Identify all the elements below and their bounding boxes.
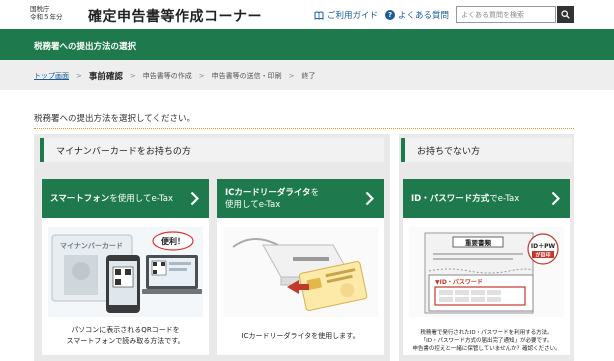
tax-year: 令和５年分 xyxy=(30,13,63,21)
idpw-caption-line2: 「ID・パスワード方式の届出完了通知」が必要です。 xyxy=(420,338,553,344)
idpw-etax-card[interactable]: ID・パスワード方式でe-Tax 重要書類 ▼ID・パスワード ID＋PW が目… xyxy=(403,179,570,355)
chevron-right-icon xyxy=(365,191,374,206)
smartphone-caption-line1: パソコンに表示されるQRコードを xyxy=(71,326,180,334)
icreader-illustration xyxy=(223,227,378,317)
guide-link[interactable]: ご利用ガイド xyxy=(314,9,378,21)
site-header: 国税庁 令和５年分 確定申告書等作成コーナー ご利用ガイド ? よくある質問 xyxy=(0,0,614,29)
idpw-title-rest: でe-Tax xyxy=(489,193,520,204)
page-title: 税務署への提出方法の選択 xyxy=(34,42,137,52)
smartphone-title-rest: を使用してe-Tax xyxy=(109,193,174,204)
breadcrumb-separator: > xyxy=(76,72,82,80)
breadcrumb-step-finish: 終了 xyxy=(301,72,316,80)
with-card-heading: マイナンバーカードをお持ちの方 xyxy=(40,138,384,162)
without-card-panel: お持ちでない方 ID・パスワード方式でe-Tax 重要書類 ▼ID・パスワード … xyxy=(399,134,574,361)
search-icon xyxy=(561,10,570,19)
illus-badge-line2: が目印 xyxy=(535,252,550,259)
idpw-caption-line1: 税務署で発行されたID・パスワードを利用する方法。 xyxy=(420,330,553,336)
with-card-panel: マイナンバーカードをお持ちの方 スマートフォンを使用してe-Tax マイナンバー… xyxy=(34,134,390,361)
book-icon xyxy=(314,11,324,20)
breadcrumb-separator: > xyxy=(129,72,136,80)
faq-link[interactable]: ? よくある質問 xyxy=(385,9,449,21)
breadcrumb-separator: > xyxy=(288,72,295,80)
breadcrumb-current-step: 事前確認 xyxy=(88,72,123,82)
icreader-title-particle: を xyxy=(310,187,320,198)
smartphone-caption-line2: スマートフォンで読み取る方法です。 xyxy=(66,337,185,345)
chevron-right-icon xyxy=(551,191,560,206)
idpw-caption-line3: 申告書の控えと一緒に保管していませんか？確認ください。 xyxy=(412,346,561,352)
without-card-heading-label: お持ちでない方 xyxy=(417,146,481,157)
illus-doc-title: 重要書類 xyxy=(465,238,492,247)
idpw-document-illustration: 重要書類 ▼ID・パスワード ID＋PW が目印 xyxy=(409,227,564,317)
page-title-band: 税務署への提出方法の選択 xyxy=(0,29,614,60)
question-icon: ? xyxy=(385,10,395,20)
illus-card-label: マイナンバーカード xyxy=(60,242,123,250)
faq-link-label: よくある質問 xyxy=(398,11,450,21)
instruction-text: 税務署への提出方法を選択してください。 xyxy=(34,114,195,124)
illus-idpw-label: ▼ID・パスワード xyxy=(435,278,483,286)
breadcrumb-step-create: 申告書等の作成 xyxy=(142,72,192,80)
smartphone-etax-button[interactable]: スマートフォンを使用してe-Tax xyxy=(42,179,209,218)
idpw-etax-button[interactable]: ID・パスワード方式でe-Tax xyxy=(403,179,570,218)
idpw-caption: 税務署で発行されたID・パスワードを利用する方法。 「ID・パスワード方式の届出… xyxy=(403,329,570,353)
icreader-title-line1: ICカードリーダライタを xyxy=(225,188,319,198)
search-button[interactable] xyxy=(557,6,574,23)
without-card-heading: お持ちでない方 xyxy=(401,138,572,162)
smartphone-qr-illustration: マイナンバーカード 便利！ xyxy=(48,227,203,317)
agency-name: 国税庁 xyxy=(30,5,50,13)
section-divider xyxy=(34,128,574,129)
guide-link-label: ご利用ガイド xyxy=(327,11,379,21)
breadcrumb-step-send-print: 申告書等の送信・印刷 xyxy=(211,72,282,80)
search-input[interactable] xyxy=(456,6,556,23)
smartphone-title-bold: スマートフォン xyxy=(50,193,110,204)
icreader-title-bold: ICカードリーダライタ xyxy=(225,187,311,198)
smartphone-etax-card[interactable]: スマートフォンを使用してe-Tax マイナンバーカード 便利！ パソコンに表示さ… xyxy=(42,179,209,355)
site-title[interactable]: 確定申告書等作成コーナー xyxy=(88,6,262,26)
breadcrumb-separator: > xyxy=(198,72,205,80)
icreader-etax-button[interactable]: ICカードリーダライタを 使用してe-Tax xyxy=(217,179,384,218)
agency-label: 国税庁 令和５年分 xyxy=(30,5,63,21)
illus-bubble-text: 便利！ xyxy=(161,236,185,246)
idpw-title-bold: ID・パスワード方式 xyxy=(411,193,490,204)
with-card-heading-label: マイナンバーカードをお持ちの方 xyxy=(56,146,191,157)
icreader-title-line2: 使用してe-Tax xyxy=(225,199,281,210)
icreader-caption-line1: ICカードリーダライタを使用します。 xyxy=(241,332,360,340)
chevron-right-icon xyxy=(190,191,199,206)
icreader-etax-card[interactable]: ICカードリーダライタを 使用してe-Tax ICカードリーダライタを使用します… xyxy=(217,179,384,355)
progress-breadcrumb: トップ画面 > 事前確認 > 申告書等の作成 > 申告書等の送信・印刷 > 終了 xyxy=(0,60,614,90)
illus-badge-line1: ID＋PW xyxy=(531,243,556,250)
icreader-caption: ICカードリーダライタを使用します。 xyxy=(217,331,384,342)
breadcrumb-top[interactable]: トップ画面 xyxy=(34,71,69,81)
smartphone-caption: パソコンに表示されるQRコードを スマートフォンで読み取る方法です。 xyxy=(42,325,209,347)
